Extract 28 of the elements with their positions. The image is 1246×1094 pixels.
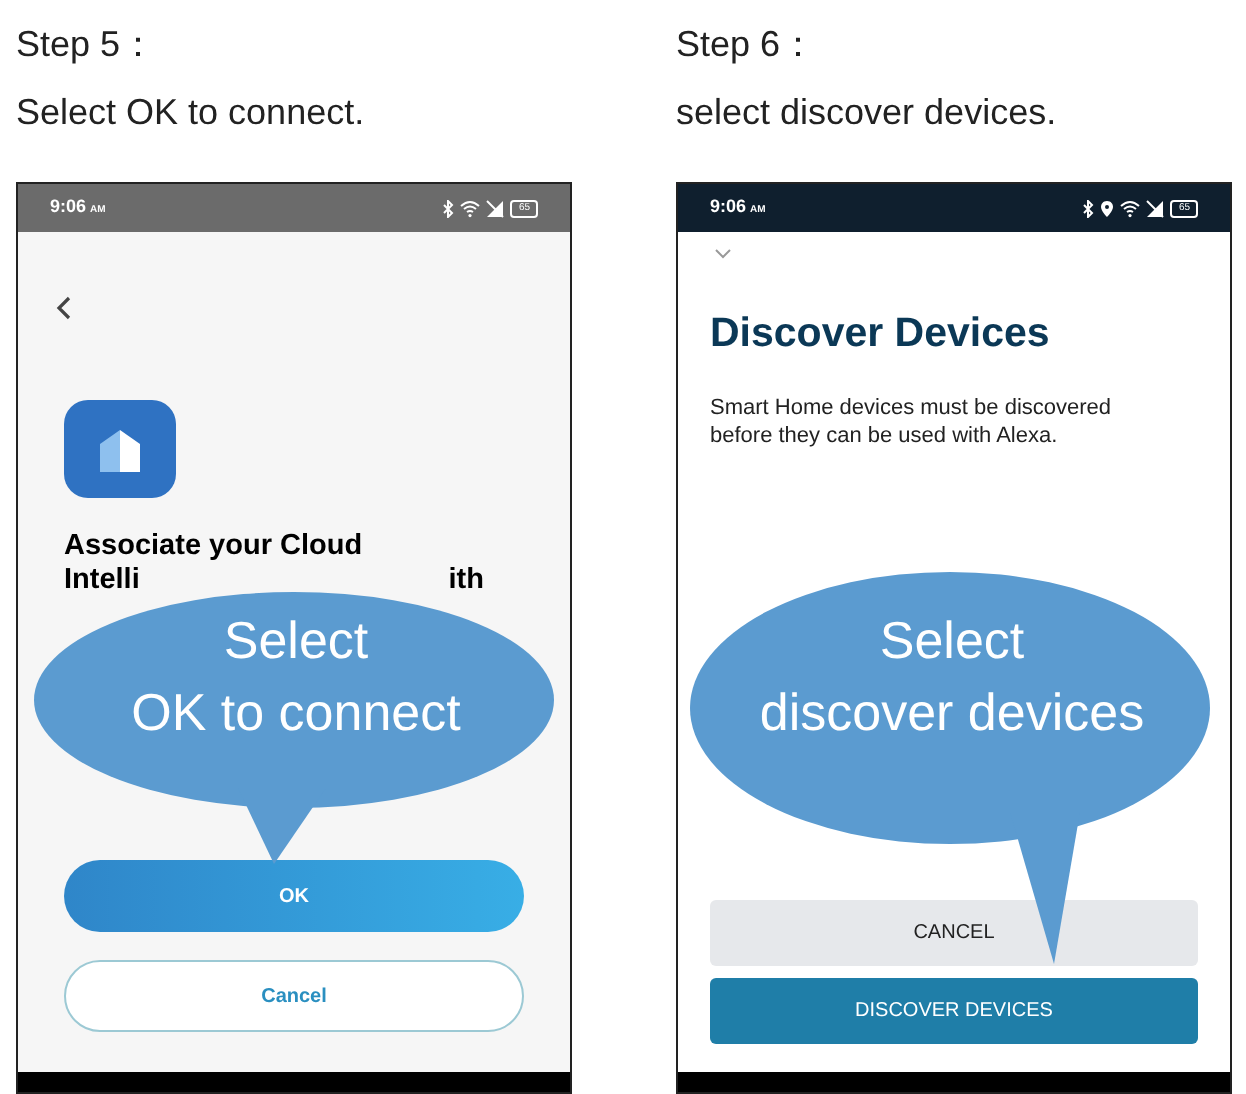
page-heading: Intelli — [64, 564, 140, 598]
ok-button[interactable]: OK — [64, 860, 524, 932]
callout-text: OK to connect — [131, 680, 461, 746]
cancel-button[interactable]: CANCEL — [710, 900, 1198, 966]
signal-icon — [486, 199, 505, 217]
page-heading: ith — [448, 564, 484, 598]
wifi-icon — [460, 199, 481, 217]
step-title: Step 5： — [16, 22, 159, 66]
status-time: 9:06 — [50, 194, 87, 221]
callout-text: Select — [223, 608, 369, 674]
house-icon — [94, 425, 146, 473]
signal-icon — [1146, 199, 1165, 217]
callout-text: Select — [879, 608, 1025, 674]
step-instruction: Select OK to connect. — [16, 90, 367, 134]
description-text: Smart Home devices must be discovered before they can be used with Alexa. — [710, 393, 1114, 450]
page-heading: Associate your Cloud — [64, 530, 363, 564]
discover-devices-button[interactable]: DISCOVER DEVICES — [710, 978, 1198, 1044]
chevron-down-icon — [714, 248, 732, 260]
callout-text: discover devices — [759, 680, 1145, 746]
page-title: Discover Devices — [710, 308, 1052, 360]
cancel-button[interactable]: Cancel — [64, 960, 524, 1032]
bluetooth-icon — [442, 199, 455, 217]
back-icon — [56, 296, 72, 320]
wifi-icon — [1120, 199, 1141, 217]
step-title: Step 6： — [676, 22, 819, 66]
step-instruction: select discover devices. — [676, 90, 1059, 134]
bluetooth-icon — [1082, 199, 1095, 217]
status-time: 9:06 — [710, 194, 747, 221]
